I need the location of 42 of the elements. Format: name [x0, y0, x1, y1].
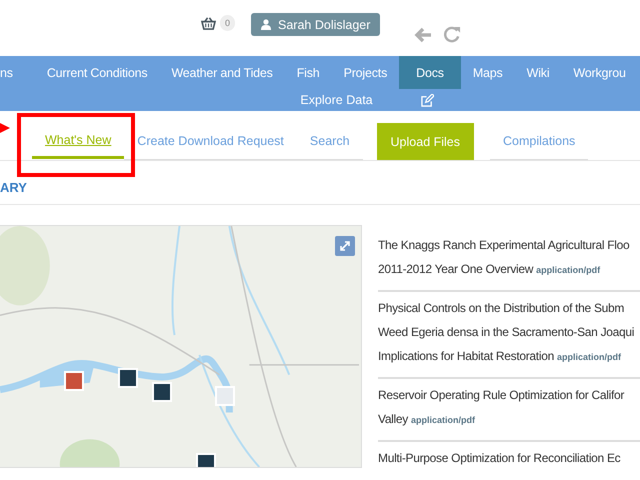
nav-item[interactable]: Weather and Tides — [159, 56, 285, 89]
document-title-line[interactable]: Weed Egeria densa in the Sacramento-San Joaqui — [378, 320, 634, 344]
document-title-line[interactable]: Multi-Purpose Optimization for Reconciliation Ec — [378, 446, 620, 470]
document-title-line[interactable]: Implications for Habitat Restoration — [378, 344, 554, 368]
subtab[interactable]: Compilations — [490, 123, 588, 160]
expand-icon — [339, 240, 351, 252]
fullscreen-button[interactable] — [335, 236, 355, 256]
nav-item[interactable]: Workgrou — [561, 56, 638, 89]
subtab[interactable]: What's New — [32, 123, 124, 159]
nav-item[interactable]: ns — [0, 56, 25, 89]
subtab[interactable]: Search — [296, 123, 363, 160]
person-icon — [261, 19, 272, 30]
document-title-line[interactable]: 2011-2012 Year One Overview — [378, 257, 534, 281]
back-arrow-icon[interactable] — [414, 27, 432, 43]
file-type-label: application/pdf — [536, 264, 600, 277]
nav-item[interactable]: Explore Data — [300, 93, 373, 107]
nav-item[interactable]: Current Conditions — [34, 56, 160, 89]
upload-files-button[interactable]: Upload Files — [376, 123, 474, 160]
user-button[interactable]: Sarah Dolislager — [251, 13, 380, 36]
subtab[interactable]: Create Download Request — [124, 123, 297, 160]
map-marker-thumbnail[interactable] — [196, 453, 216, 467]
map-marker-thumbnail[interactable] — [64, 371, 84, 391]
nav-item[interactable]: Wiki — [514, 56, 562, 89]
map-marker-thumbnail[interactable] — [118, 368, 138, 388]
section-title: ARY — [0, 180, 27, 194]
document-title-line[interactable]: The Knaggs Ranch Experimental Agricultural Floo — [378, 233, 630, 257]
cart-count-badge: 0 — [220, 15, 236, 31]
nav-item[interactable]: Maps — [460, 56, 515, 89]
refresh-icon[interactable] — [444, 26, 462, 43]
file-type-label: application/pdf — [411, 414, 475, 427]
nav-item[interactable]: Fish — [284, 56, 332, 89]
basket-icon[interactable] — [201, 17, 216, 30]
nav-item[interactable]: Docs — [399, 56, 461, 89]
map-marker-thumbnail[interactable] — [152, 382, 172, 402]
document-title-line[interactable]: Physical Controls on the Distribution of the Subm — [378, 296, 624, 320]
nav-item[interactable]: Projects — [332, 56, 400, 89]
file-type-label: application/pdf — [556, 351, 621, 364]
annotation-arrow-icon — [0, 123, 10, 133]
document-title-line[interactable]: Valley — [378, 407, 408, 431]
map-marker-thumbnail[interactable] — [215, 386, 235, 406]
document-title-line[interactable]: Reservoir Operating Rule Optimization for Califor — [378, 383, 624, 407]
edit-icon[interactable] — [420, 94, 434, 106]
